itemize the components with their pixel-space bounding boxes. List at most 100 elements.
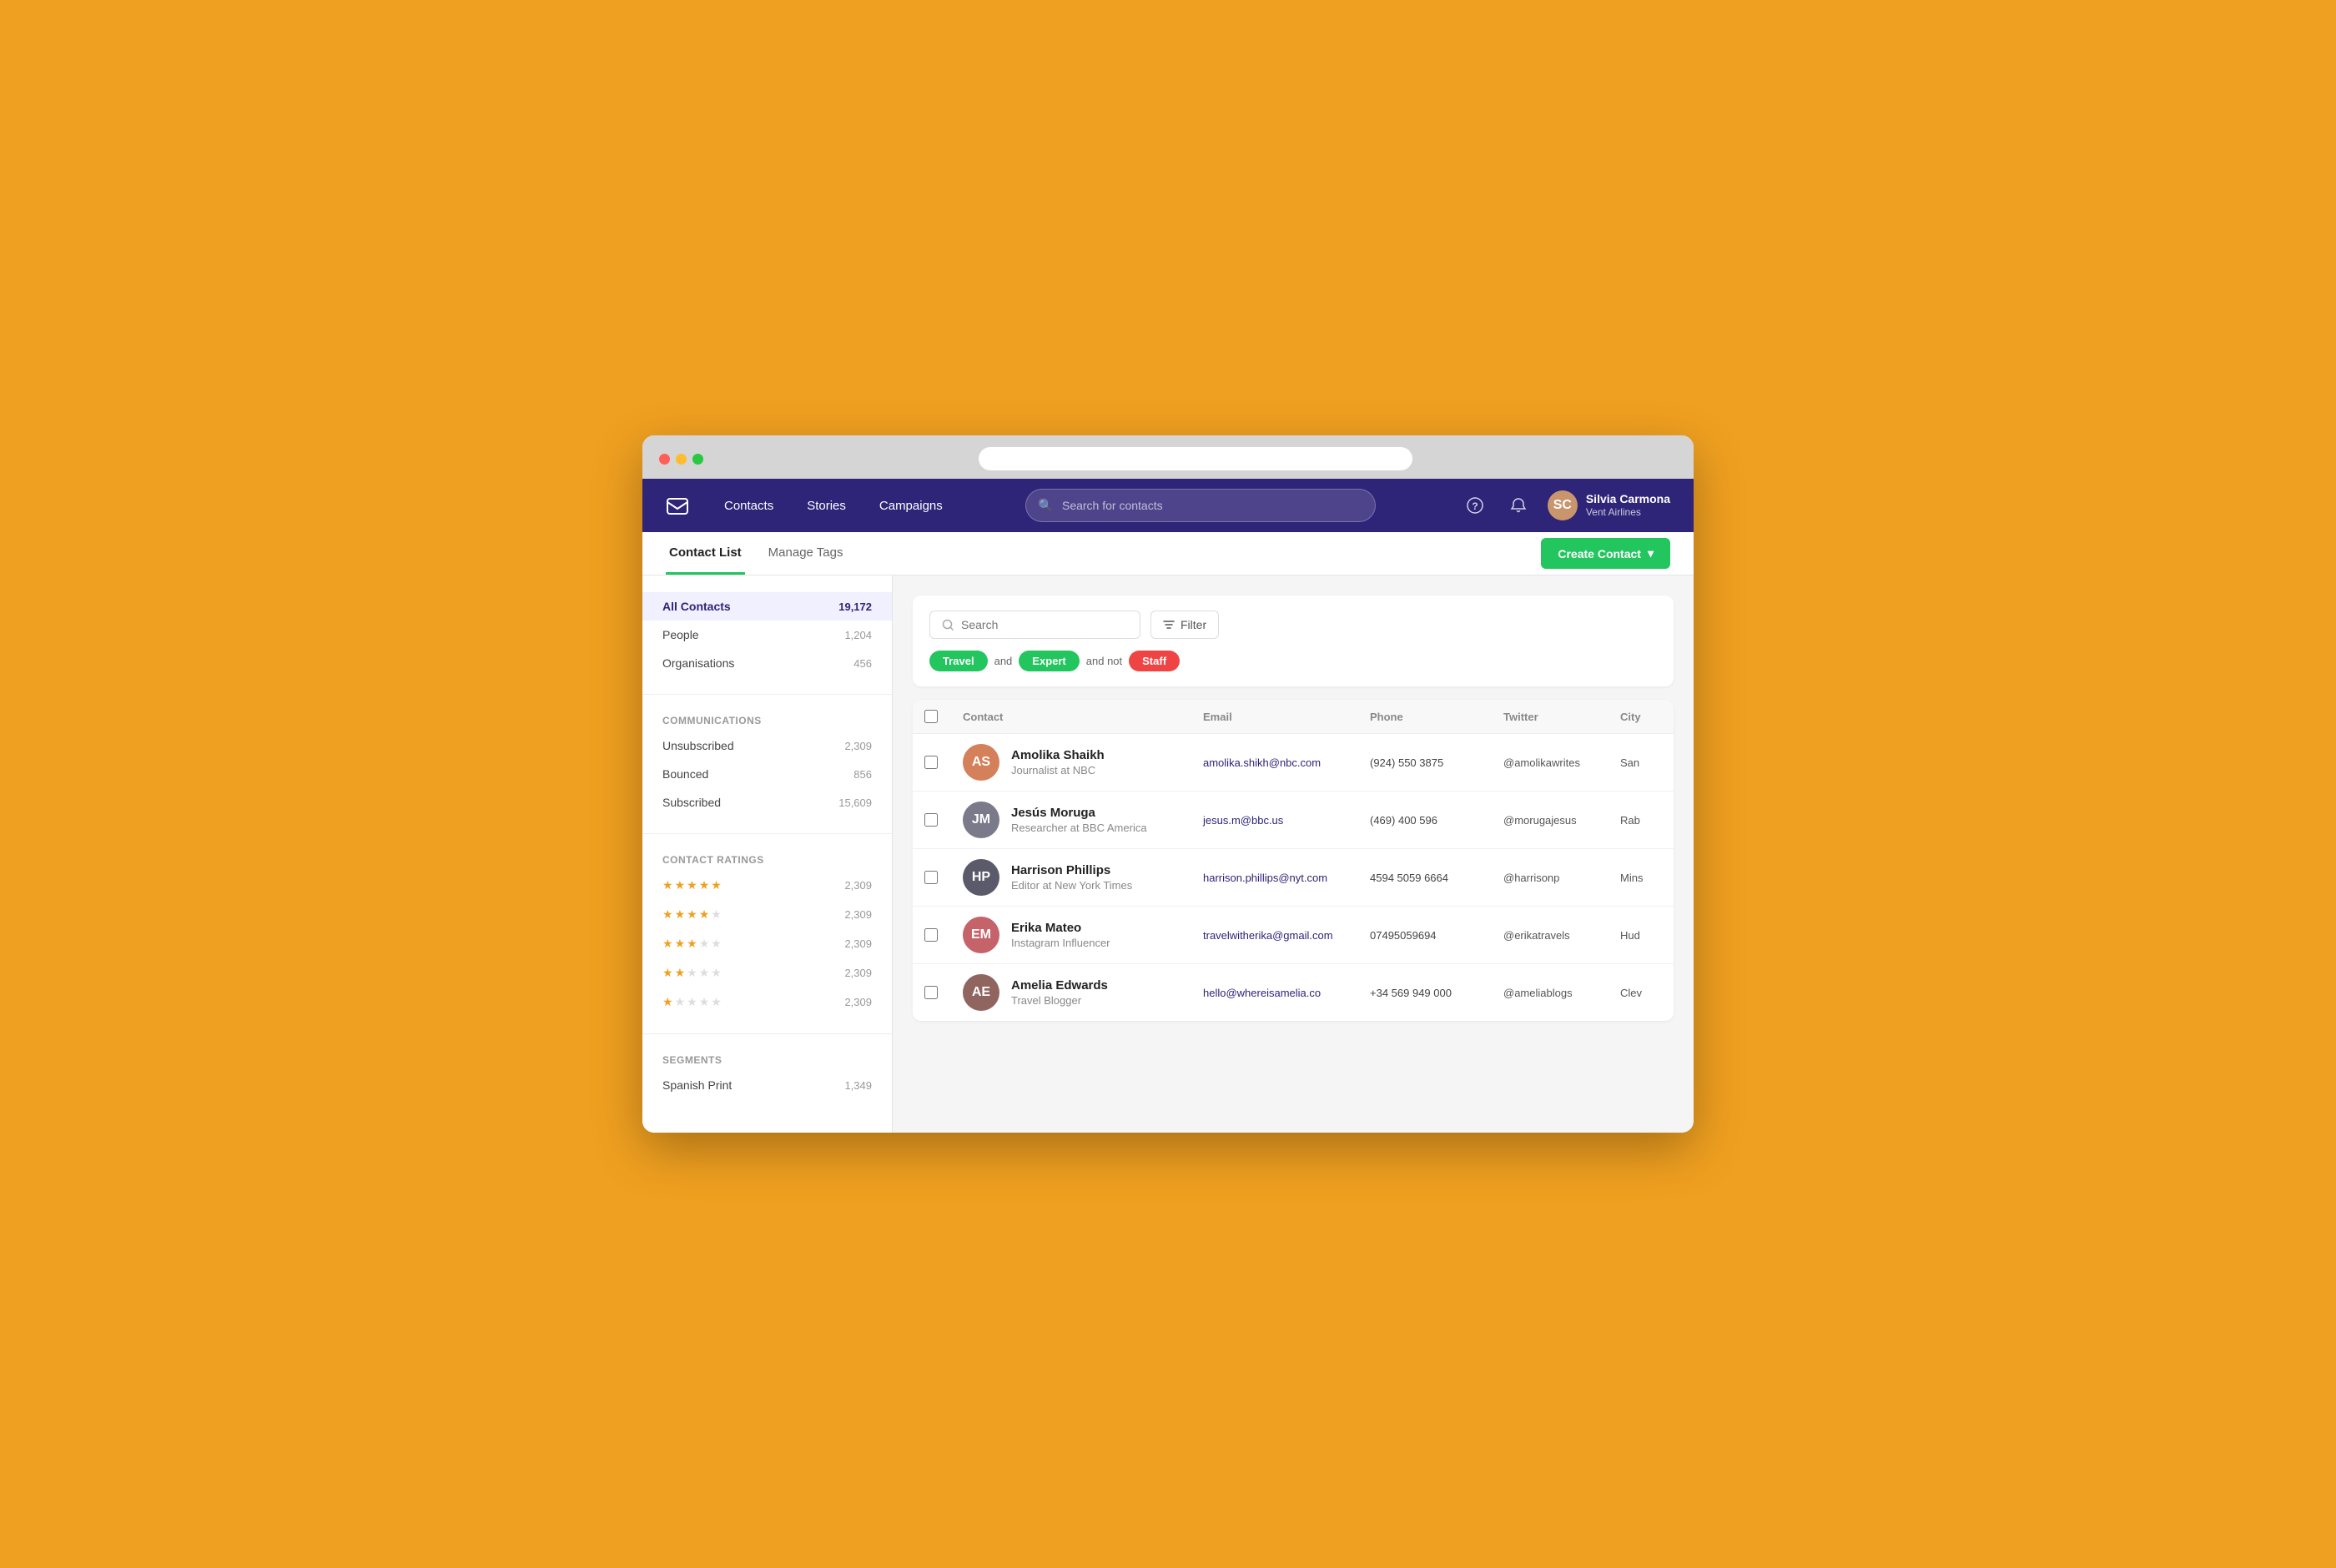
close-dot[interactable] <box>659 454 670 465</box>
sidebar-bounced[interactable]: Bounced 856 <box>642 760 892 788</box>
filter-label: Filter <box>1181 618 1206 631</box>
contact-info-5: Amelia Edwards Travel Blogger <box>1011 978 1108 1007</box>
main-layout: All Contacts 19,172 People 1,204 Organis… <box>642 575 1694 1133</box>
sidebar-divider-1 <box>642 694 892 695</box>
filter-bar: Filter Travel and Expert and not Staff <box>913 596 1674 686</box>
create-contact-button[interactable]: Create Contact ▾ <box>1541 538 1670 569</box>
browser-chrome <box>642 435 1694 479</box>
twitter-1: @amolikawrites <box>1490 756 1607 769</box>
browser-window: Contacts Stories Campaigns 🔍 ? <box>642 435 1694 1133</box>
email-4: travelwitherika@gmail.com <box>1190 929 1357 942</box>
contact-name-4: Erika Mateo <box>1011 921 1110 935</box>
contacts-section: All Contacts 19,172 People 1,204 Organis… <box>642 592 892 677</box>
search-wrap[interactable] <box>929 611 1140 639</box>
browser-dots <box>659 454 703 465</box>
city-1: San <box>1607 756 1674 769</box>
sidebar-subscribed[interactable]: Subscribed 15,609 <box>642 788 892 817</box>
organisations-count: 456 <box>853 657 872 670</box>
address-bar[interactable] <box>979 447 1412 470</box>
contact-role-1: Journalist at NBC <box>1011 764 1105 776</box>
filter-icon <box>1163 619 1175 631</box>
filter-expert[interactable]: Expert <box>1019 651 1079 671</box>
segments-title: Segments <box>642 1041 892 1071</box>
user-info: Silvia Carmona Vent Airlines <box>1586 491 1670 520</box>
contact-info-1: Amolika Shaikh Journalist at NBC <box>1011 748 1105 776</box>
sidebar-rating-5[interactable]: ★★★★★ 2,309 <box>642 871 892 900</box>
tab-contact-list[interactable]: Contact List <box>666 532 745 575</box>
sidebar-rating-1[interactable]: ★★★★★ 2,309 <box>642 988 892 1017</box>
sidebar-rating-2[interactable]: ★★★★★ 2,309 <box>642 958 892 988</box>
sidebar-all-contacts[interactable]: All Contacts 19,172 <box>642 592 892 621</box>
bounced-label: Bounced <box>662 767 708 781</box>
email-5: hello@whereisamelia.co <box>1190 987 1357 999</box>
filter-travel[interactable]: Travel <box>929 651 988 671</box>
maximize-dot[interactable] <box>692 454 703 465</box>
filter-button[interactable]: Filter <box>1150 611 1219 639</box>
contact-role-2: Researcher at BBC America <box>1011 822 1147 834</box>
rating-1-count: 2,309 <box>844 996 872 1008</box>
contact-name-5: Amelia Edwards <box>1011 978 1108 993</box>
sidebar-spanish-print[interactable]: Spanish Print 1,349 <box>642 1071 892 1099</box>
table-row[interactable]: AS Amolika Shaikh Journalist at NBC amol… <box>913 734 1674 792</box>
row-checkbox-3[interactable] <box>913 871 949 884</box>
content-area: Filter Travel and Expert and not Staff <box>893 575 1694 1133</box>
table-row[interactable]: EM Erika Mateo Instagram Influencer trav… <box>913 907 1674 964</box>
contacts-table: Contact Email Phone Twitter City AS <box>913 700 1674 1021</box>
people-count: 1,204 <box>844 629 872 641</box>
all-contacts-label: All Contacts <box>662 600 731 613</box>
sidebar-rating-3[interactable]: ★★★★★ 2,309 <box>642 929 892 958</box>
create-contact-label: Create Contact <box>1558 547 1641 560</box>
select-all-checkbox[interactable] <box>924 710 938 723</box>
contact-name-1: Amolika Shaikh <box>1011 748 1105 762</box>
phone-4: 07495059694 <box>1357 929 1490 942</box>
table-row[interactable]: AE Amelia Edwards Travel Blogger hello@w… <box>913 964 1674 1021</box>
spanish-print-label: Spanish Print <box>662 1078 732 1092</box>
tab-manage-tags[interactable]: Manage Tags <box>765 532 847 575</box>
active-filters: Travel and Expert and not Staff <box>929 651 1657 671</box>
all-contacts-count: 19,172 <box>838 601 872 613</box>
sidebar-people[interactable]: People 1,204 <box>642 621 892 649</box>
operator-and-1: and <box>994 655 1013 667</box>
user-menu[interactable]: SC Silvia Carmona Vent Airlines <box>1548 490 1670 520</box>
nav-campaigns[interactable]: Campaigns <box>864 492 958 520</box>
nav-search-bar[interactable]: 🔍 <box>1025 489 1376 522</box>
search-input[interactable] <box>961 618 1128 631</box>
th-twitter: Twitter <box>1490 710 1607 723</box>
sidebar-organisations[interactable]: Organisations 456 <box>642 649 892 677</box>
sub-nav-tabs: Contact List Manage Tags <box>666 532 866 575</box>
user-company: Vent Airlines <box>1586 506 1670 520</box>
nav-search-input[interactable] <box>1062 499 1363 512</box>
contact-cell-3: HP Harrison Phillips Editor at New York … <box>949 859 1190 896</box>
nav-links: Contacts Stories Campaigns <box>709 492 958 520</box>
email-1: amolika.shikh@nbc.com <box>1190 756 1357 769</box>
nav-contacts[interactable]: Contacts <box>709 492 788 520</box>
phone-3: 4594 5059 6664 <box>1357 872 1490 884</box>
filter-staff[interactable]: Staff <box>1129 651 1180 671</box>
app-nav: Contacts Stories Campaigns 🔍 ? <box>642 479 1694 532</box>
people-label: People <box>662 628 699 641</box>
avatar-3: HP <box>963 859 999 896</box>
contact-info-4: Erika Mateo Instagram Influencer <box>1011 921 1110 949</box>
row-checkbox-5[interactable] <box>913 986 949 999</box>
help-button[interactable]: ? <box>1461 491 1489 520</box>
table-row[interactable]: JM Jesús Moruga Researcher at BBC Americ… <box>913 792 1674 849</box>
subscribed-count: 15,609 <box>838 797 872 809</box>
user-name: Silvia Carmona <box>1586 491 1670 506</box>
sidebar-unsubscribed[interactable]: Unsubscribed 2,309 <box>642 731 892 760</box>
5-stars: ★★★★★ <box>662 878 722 892</box>
row-checkbox-2[interactable] <box>913 813 949 827</box>
email-2: jesus.m@bbc.us <box>1190 814 1357 827</box>
row-checkbox-1[interactable] <box>913 756 949 769</box>
phone-5: +34 569 949 000 <box>1357 987 1490 999</box>
nav-stories[interactable]: Stories <box>792 492 861 520</box>
notifications-button[interactable] <box>1504 491 1533 520</box>
user-avatar: SC <box>1548 490 1578 520</box>
minimize-dot[interactable] <box>676 454 687 465</box>
phone-1: (924) 550 3875 <box>1357 756 1490 769</box>
row-checkbox-4[interactable] <box>913 928 949 942</box>
sidebar-divider-2 <box>642 833 892 834</box>
th-checkbox <box>913 710 949 723</box>
sidebar-rating-4[interactable]: ★★★★★ 2,309 <box>642 900 892 929</box>
filter-inputs: Filter <box>929 611 1657 639</box>
table-row[interactable]: HP Harrison Phillips Editor at New York … <box>913 849 1674 907</box>
